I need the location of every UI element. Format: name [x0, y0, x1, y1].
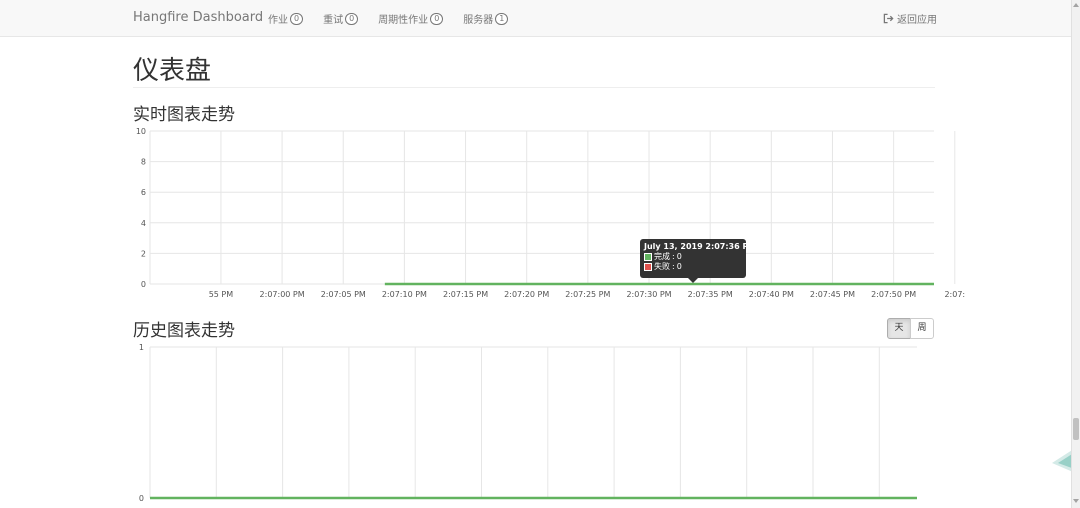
history-chart[interactable]: 01	[0, 0, 1080, 508]
scroll-thumb[interactable]	[1073, 418, 1079, 440]
y-tick-label: 0	[139, 494, 144, 503]
page-scrollbar[interactable]	[1071, 0, 1080, 508]
scroll-up-arrow-icon[interactable]	[1073, 3, 1079, 7]
y-tick-label: 1	[139, 343, 144, 352]
page: Hangfire Dashboard 作业 0 重试 0 周期性作业 0 服务器…	[0, 0, 1080, 508]
scroll-down-arrow-icon[interactable]	[1073, 499, 1079, 503]
